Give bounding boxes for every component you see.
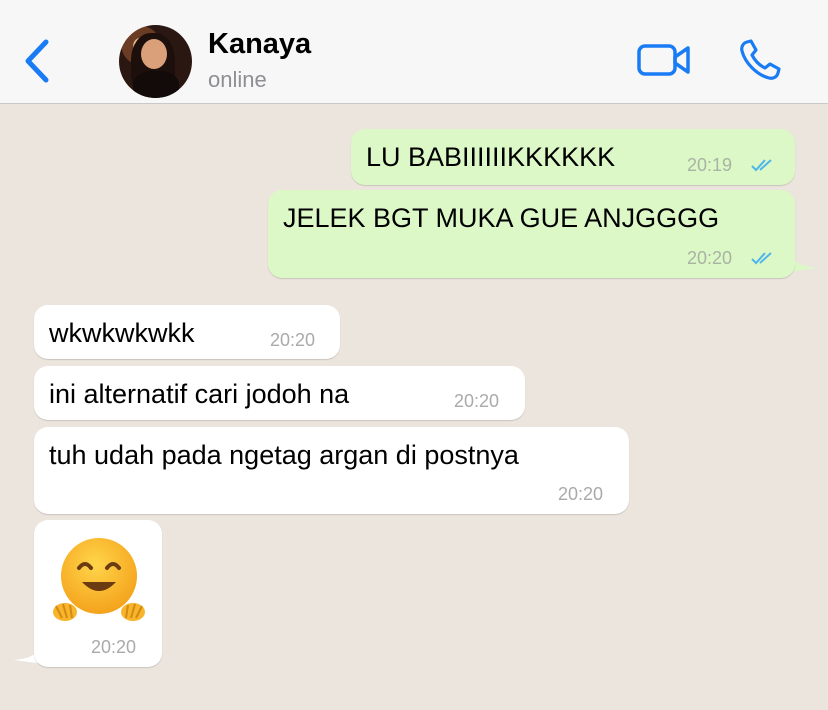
message-text: tuh udah pada ngetag argan di postnya bbox=[49, 440, 519, 470]
message-bubble-outgoing[interactable]: JELEK BGT MUKA GUE ANJGGGG 20:20 bbox=[268, 190, 795, 278]
contact-status: online bbox=[208, 67, 267, 92]
message-time: 20:20 bbox=[558, 484, 604, 504]
message-time: 20:20 bbox=[687, 248, 733, 268]
message-time: 20:20 bbox=[270, 330, 316, 350]
message-time: 20:20 bbox=[454, 391, 500, 411]
chevron-left-icon[interactable] bbox=[22, 38, 54, 84]
message-text: JELEK BGT MUKA GUE ANJGGGG bbox=[283, 203, 720, 233]
hugging-face-emoji bbox=[53, 538, 145, 621]
double-check-icon bbox=[751, 252, 772, 265]
avatar[interactable] bbox=[119, 25, 192, 98]
message-time: 20:19 bbox=[687, 155, 733, 175]
phone-icon[interactable] bbox=[738, 38, 782, 82]
message-text: LU BABIIIIIIKKKKKK bbox=[366, 142, 616, 172]
message-bubble-incoming[interactable]: 20:20 bbox=[34, 520, 162, 667]
message-text: wkwkwkwkk bbox=[49, 318, 195, 348]
message-text: ini alternatif cari jodoh na bbox=[49, 379, 350, 409]
chat-header: Kanaya online bbox=[0, 0, 828, 104]
message-bubble-incoming[interactable]: tuh udah pada ngetag argan di postnya 20… bbox=[34, 427, 629, 514]
message-bubble-incoming[interactable]: ini alternatif cari jodoh na 20:20 bbox=[34, 366, 525, 420]
double-check-icon bbox=[751, 159, 772, 172]
contact-name[interactable]: Kanaya bbox=[208, 28, 311, 61]
message-bubble-incoming[interactable]: wkwkwkwkk 20:20 bbox=[34, 305, 340, 359]
message-time: 20:20 bbox=[91, 637, 137, 657]
video-camera-icon[interactable] bbox=[636, 40, 692, 80]
message-bubble-outgoing[interactable]: LU BABIIIIIIKKKKKK 20:19 bbox=[351, 129, 795, 185]
